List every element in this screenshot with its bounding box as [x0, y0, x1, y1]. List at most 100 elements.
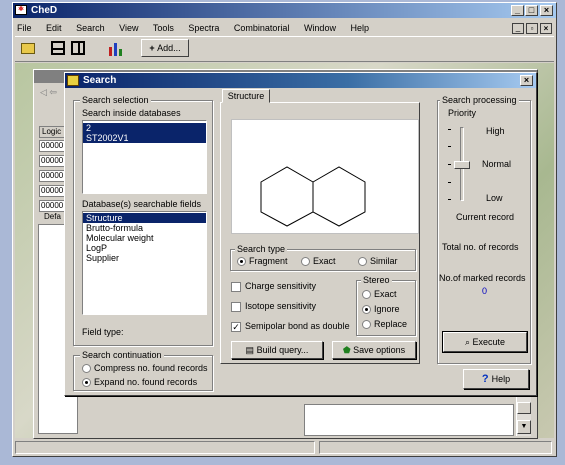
stereo-ignore-label: Ignore [374, 304, 400, 314]
menu-window[interactable]: Window [304, 23, 336, 33]
close-button[interactable]: × [540, 5, 553, 16]
add-button[interactable]: + Add... [141, 39, 189, 57]
compress-radio[interactable] [82, 364, 91, 374]
charge-sensitivity-checkbox[interactable]: Charge sensitivity [231, 281, 316, 292]
app-title: CheD [31, 5, 58, 16]
stereo-ignore-option[interactable]: Ignore [362, 304, 400, 315]
semipolar-bond-checkbox[interactable]: ✓ Semipolar bond as double [231, 321, 350, 332]
app-titlebar: ⚛ CheD _ □ × [13, 3, 556, 18]
similar-radio[interactable] [358, 257, 367, 267]
fragment-option[interactable]: Fragment [237, 256, 288, 267]
slider-tick [448, 164, 451, 165]
structure-canvas[interactable] [231, 119, 419, 234]
maximize-button[interactable]: □ [525, 5, 538, 16]
stereo-label: Stereo [361, 275, 392, 285]
expand-radio[interactable] [82, 378, 91, 388]
vertical-split-icon[interactable] [71, 41, 85, 55]
field-item[interactable]: Structure [83, 213, 206, 223]
slider-thumb[interactable] [454, 161, 470, 169]
search-dialog: Search × Search selection Search inside … [64, 72, 537, 396]
open-folder-icon[interactable] [21, 43, 35, 54]
save-options-label: Save options [353, 345, 406, 355]
build-query-button[interactable]: ▤ Build query... [231, 341, 323, 359]
fragment-label: Fragment [249, 256, 288, 266]
default-tab-label: Defa [44, 212, 61, 221]
compress-option[interactable]: Compress no. found records [82, 363, 208, 374]
similar-option[interactable]: Similar [358, 256, 398, 267]
vertical-scrollbar[interactable]: ▼ [516, 394, 531, 436]
charge-sensitivity-box[interactable] [231, 281, 241, 292]
exact-option[interactable]: Exact [301, 256, 336, 267]
menu-help[interactable]: Help [350, 23, 369, 33]
record-cell: 00000 [41, 141, 64, 150]
stereo-replace-option[interactable]: Replace [362, 319, 407, 330]
stereo-exact-option[interactable]: Exact [362, 289, 397, 300]
isotope-sensitivity-box[interactable] [231, 301, 241, 312]
horizontal-split-icon[interactable] [51, 41, 65, 55]
status-bar [15, 440, 554, 455]
chart-icon[interactable] [107, 41, 123, 57]
stereo-exact-radio[interactable] [362, 290, 371, 300]
menu-tools[interactable]: Tools [153, 23, 174, 33]
database-item[interactable]: ST2002V1 [83, 133, 206, 143]
isotope-sensitivity-label: Isotope sensitivity [245, 301, 317, 311]
fields-label: Database(s) searchable fields [82, 199, 202, 209]
slider-tick [448, 129, 451, 130]
slider-tick [448, 182, 451, 183]
search-type-group: Search type Fragment Exact Similar [230, 244, 416, 271]
semipolar-bond-box[interactable]: ✓ [231, 321, 241, 332]
priority-slider[interactable] [448, 127, 478, 203]
build-query-icon: ▤ [245, 345, 257, 355]
menu-edit[interactable]: Edit [46, 23, 62, 33]
back-arrow-icon[interactable]: ◁ ⇦ [40, 87, 57, 98]
menu-spectra[interactable]: Spectra [188, 23, 219, 33]
mdi-minimize-button[interactable]: _ [512, 23, 524, 34]
field-item[interactable]: Supplier [83, 253, 206, 263]
exact-radio[interactable] [301, 257, 310, 267]
execute-button[interactable]: ⌕ Execute [442, 331, 528, 353]
save-options-icon: ⬟ [342, 345, 354, 355]
menu-view[interactable]: View [119, 23, 138, 33]
fragment-radio[interactable] [237, 257, 246, 267]
mdi-restore-button[interactable]: ▫ [526, 23, 538, 34]
field-type-label: Field type: [82, 327, 124, 337]
search-dialog-titlebar: Search × [65, 73, 536, 88]
semipolar-bond-label: Semipolar bond as double [245, 321, 350, 331]
help-label: Help [491, 374, 511, 384]
database-item[interactable]: 2 [83, 123, 206, 133]
record-cell: 00000 [41, 156, 64, 165]
slider-tick [448, 199, 451, 200]
search-dialog-close-button[interactable]: × [520, 75, 533, 86]
search-type-label: Search type [235, 244, 288, 254]
current-record-label: Current record [456, 212, 515, 222]
save-options-button[interactable]: ⬟ Save options [332, 341, 416, 359]
databases-label: Search inside databases [82, 108, 181, 118]
databases-list[interactable]: 2 ST2002V1 [82, 120, 207, 194]
field-item[interactable]: LogP [83, 243, 206, 253]
searchable-fields-list[interactable]: Structure Brutto-formula Molecular weigh… [82, 211, 207, 315]
logic-header-label: Logic [42, 127, 62, 136]
menu-file[interactable]: File [17, 23, 32, 33]
expand-option[interactable]: Expand no. found records [82, 377, 198, 388]
search-dialog-icon [67, 75, 79, 86]
scroll-down-arrow-icon[interactable]: ▼ [517, 420, 531, 434]
help-button[interactable]: ? Help [463, 369, 529, 389]
stereo-ignore-radio[interactable] [362, 305, 371, 315]
priority-normal-label: Normal [482, 159, 512, 169]
stereo-replace-radio[interactable] [362, 320, 371, 330]
stereo-group: Stereo Exact Ignore Replace [356, 275, 416, 336]
structure-tab[interactable]: Structure [222, 89, 270, 103]
field-item[interactable]: Brutto-formula [83, 223, 206, 233]
expand-option-label: Expand no. found records [94, 377, 198, 387]
menu-combinatorial[interactable]: Combinatorial [234, 23, 290, 33]
search-dialog-title: Search [83, 75, 117, 86]
mdi-close-button[interactable]: × [540, 23, 552, 34]
minimize-button[interactable]: _ [511, 5, 524, 16]
menu-search[interactable]: Search [76, 23, 105, 33]
isotope-sensitivity-checkbox[interactable]: Isotope sensitivity [231, 301, 316, 312]
plus-icon: + [149, 43, 158, 53]
scroll-thumb[interactable] [517, 402, 531, 414]
field-item[interactable]: Molecular weight [83, 233, 206, 243]
status-panel-1 [15, 441, 315, 454]
search-continuation-label: Search continuation [80, 350, 164, 360]
